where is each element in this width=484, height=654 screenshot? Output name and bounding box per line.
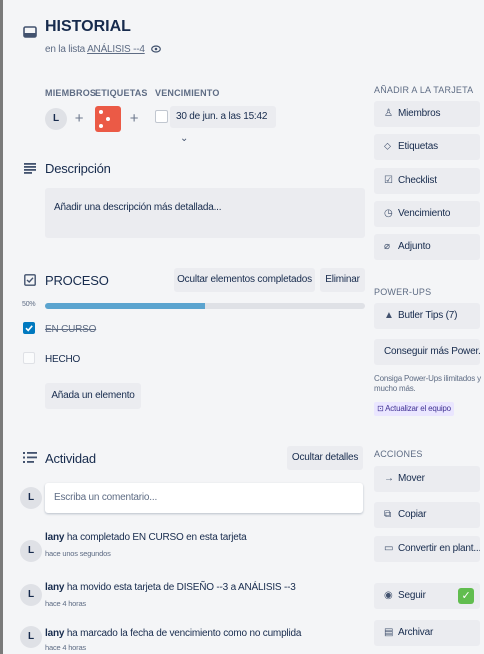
butler-icon: ▲ (384, 310, 394, 321)
card-list-location: en la lista ANÁLISIS --4 (45, 44, 162, 55)
hide-details-button[interactable]: Ocultar detalles (287, 446, 363, 470)
paperclip-icon: ⌀ (384, 241, 390, 252)
checklist-title[interactable]: PROCESO (45, 273, 109, 288)
clock-icon: ◷ (384, 208, 393, 219)
progress-bar (45, 303, 365, 309)
card-title[interactable]: HISTORIAL (45, 18, 131, 36)
tag-icon: ⬦ (384, 141, 391, 152)
actions-heading: ACCIONES (374, 449, 423, 459)
comment-avatar[interactable]: L (20, 487, 42, 509)
archive-label: Archivar (398, 627, 434, 638)
more-powerups-button[interactable]: Conseguir más Power... (374, 339, 480, 365)
add-label-button[interactable]: + (123, 108, 145, 130)
due-button-label: Vencimiento (398, 208, 451, 219)
activity-time[interactable]: hace 4 horas (45, 643, 86, 652)
attachment-button[interactable]: ⌀ Adjunto (374, 234, 480, 260)
archive-button[interactable]: ▤ Archivar (374, 620, 480, 646)
copy-icon: ⧉ (384, 509, 391, 520)
labels-button[interactable]: ⬦ Etiquetas (374, 134, 480, 160)
eye-icon (151, 45, 162, 53)
description-title: Descripción (45, 161, 111, 176)
description-icon (24, 163, 36, 174)
checklist-button-label: Checklist (398, 175, 437, 186)
member-avatar[interactable]: L (45, 108, 67, 130)
delete-checklist-button[interactable]: Eliminar (320, 268, 365, 292)
archive-icon: ▤ (384, 627, 394, 638)
activity-user[interactable]: lany (45, 582, 64, 593)
check-icon (25, 325, 33, 332)
make-template-button[interactable]: ▭ Convertir en plant... (374, 536, 480, 562)
description-editor[interactable]: Añadir una descripción más detallada... (45, 188, 365, 238)
item-checkbox-checked[interactable] (23, 322, 35, 334)
activity-avatar[interactable]: L (20, 584, 42, 606)
activity-text: ha movido esta tarjeta de DISEÑO --3 a A… (66, 582, 296, 593)
checklist-icon (24, 274, 36, 286)
chevron-down-icon: ⌄ (180, 133, 189, 144)
butler-tips-button[interactable]: ▲ Butler Tips (7) (374, 303, 480, 329)
progress-percent: 50% (22, 301, 36, 308)
members-button[interactable]: ♙ Miembros (374, 101, 480, 127)
list-link[interactable]: ANÁLISIS --4 (87, 44, 145, 55)
activity-entry: lany ha marcado la fecha de vencimiento … (45, 628, 301, 639)
activity-text: ha completado EN CURSO en esta tarjeta (66, 532, 247, 543)
attachment-button-label: Adjunto (398, 241, 431, 252)
comment-placeholder: Escriba un comentario... (54, 492, 158, 503)
checkbox-icon: ☑ (384, 175, 393, 186)
arrow-right-icon: → (384, 473, 394, 484)
activity-text: ha marcado la fecha de vencimiento como … (66, 628, 302, 639)
checklist-item-1[interactable]: EN CURSO (45, 324, 96, 335)
activity-title: Actividad (45, 451, 96, 466)
add-to-card-heading: AÑADIR A LA TARJETA (374, 85, 474, 95)
activity-entry: lany ha completado EN CURSO en esta tarj… (45, 532, 247, 543)
labels-label: ETIQUETAS (95, 88, 148, 98)
activity-avatar[interactable]: L (20, 540, 42, 562)
due-date-text: 30 de jun. a las 15:42 (176, 111, 268, 122)
eye-icon: ◉ (384, 590, 393, 601)
copy-label: Copiar (398, 509, 427, 520)
add-member-button[interactable]: + (68, 108, 90, 130)
upgrade-icon: ⊡ (377, 404, 384, 413)
card-icon (23, 26, 37, 38)
butler-label: Butler Tips (7) (398, 310, 458, 321)
checklist-item-2[interactable]: HECHO (45, 354, 80, 365)
comment-input[interactable]: Escriba un comentario... (45, 483, 363, 513)
upgrade-label: Actualizar el equipo (385, 404, 451, 413)
activity-user[interactable]: lany (45, 532, 64, 543)
upgrade-team-button[interactable]: ⊡ Actualizar el equipo (374, 402, 454, 416)
move-label: Mover (398, 473, 425, 484)
template-icon: ▭ (384, 543, 394, 554)
template-label: Convertir en plant... (398, 543, 480, 554)
person-icon: ♙ (384, 108, 393, 119)
members-label: MIEMBROS (45, 88, 97, 98)
activity-icon (23, 452, 37, 463)
labels-button-label: Etiquetas (398, 141, 438, 152)
label-red[interactable] (95, 106, 121, 132)
item-checkbox-unchecked[interactable] (23, 352, 35, 364)
activity-avatar[interactable]: L (20, 626, 42, 648)
due-label: VENCIMIENTO (155, 88, 220, 98)
copy-button[interactable]: ⧉ Copiar (374, 502, 480, 528)
checklist-button[interactable]: ☑ Checklist (374, 168, 480, 194)
list-prefix: en la lista (45, 44, 86, 55)
window-edge (0, 0, 3, 654)
members-button-label: Miembros (398, 108, 441, 119)
due-date-side-button[interactable]: ◷ Vencimiento (374, 201, 480, 227)
due-date-button[interactable]: 30 de jun. a las 15:42 ⌄ (170, 106, 276, 144)
add-item-button[interactable]: Añada un elemento (45, 383, 141, 409)
follow-label: Seguir (398, 590, 426, 601)
activity-time[interactable]: hace unos segundos (45, 549, 111, 558)
more-powerups-label: Conseguir más Power... (384, 346, 480, 357)
progress-bar-fill (45, 303, 205, 309)
following-check-icon: ✓ (458, 588, 474, 604)
description-placeholder: Añadir una descripción más detallada... (54, 202, 222, 213)
powerups-note: Consiga Power-Ups ilimitados y mucho más… (374, 374, 481, 393)
powerups-heading: POWER-UPS (374, 287, 432, 297)
hide-completed-button[interactable]: Ocultar elementos completados (174, 268, 315, 292)
activity-entry: lany ha movido esta tarjeta de DISEÑO --… (45, 582, 296, 593)
activity-time[interactable]: hace 4 horas (45, 599, 86, 608)
move-button[interactable]: → Mover (374, 466, 480, 492)
activity-user[interactable]: lany (45, 628, 64, 639)
due-complete-checkbox[interactable] (155, 110, 168, 123)
